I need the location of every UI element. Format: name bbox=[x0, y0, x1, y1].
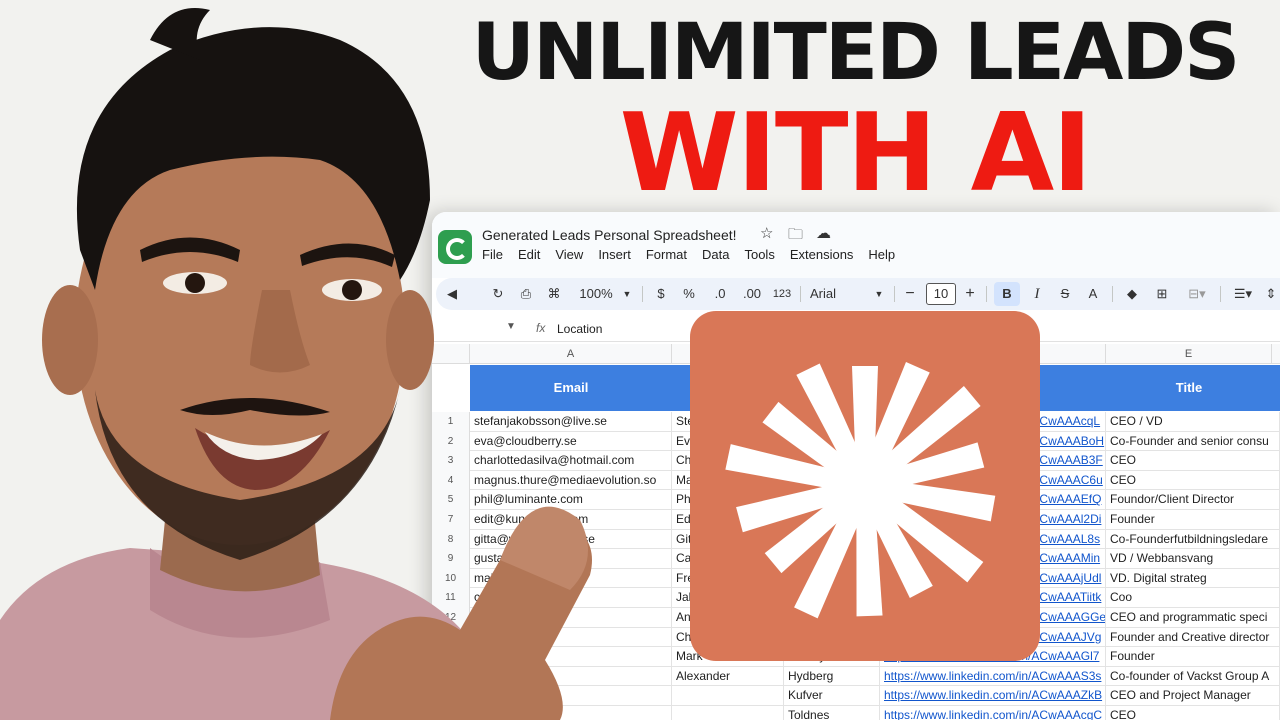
align-icon[interactable]: ☰▾ bbox=[1230, 282, 1256, 306]
cell-title[interactable]: Founder bbox=[1106, 510, 1280, 530]
menu-format[interactable]: Format bbox=[646, 247, 695, 262]
cell-title[interactable]: CEO bbox=[1106, 470, 1280, 491]
toolbar-divider bbox=[986, 286, 987, 302]
cell-title[interactable]: VD. Digital strateg bbox=[1106, 568, 1280, 589]
cell-title[interactable]: CEO and programmatic speci bbox=[1106, 608, 1280, 628]
menu-help[interactable]: Help bbox=[868, 247, 903, 262]
italic-button[interactable]: I bbox=[1028, 282, 1046, 306]
cell-link[interactable]: https://www.linkedin.com/in/ACwAAAcgC bbox=[880, 706, 1106, 720]
cell-title[interactable]: Founder bbox=[1106, 647, 1280, 667]
star-icon[interactable]: ☆ bbox=[760, 224, 773, 242]
number-format-button[interactable]: 123 bbox=[770, 282, 794, 306]
cell-title[interactable]: Founder and Creative director bbox=[1106, 627, 1280, 648]
toolbar-divider bbox=[1112, 286, 1113, 302]
cell-link[interactable]: https://www.linkedin.com/in/ACwAAAZkB bbox=[880, 686, 1106, 706]
header-title[interactable]: Title bbox=[1106, 365, 1272, 411]
menu-data[interactable]: Data bbox=[702, 247, 737, 262]
cell-title[interactable]: Co-Founder and senior consu bbox=[1106, 431, 1280, 452]
cell-first[interactable]: Alexander bbox=[672, 666, 784, 687]
cell-title[interactable]: Foundor/Client Director bbox=[1106, 490, 1280, 510]
menu-tools[interactable]: Tools bbox=[744, 247, 782, 262]
text-color-button[interactable]: A bbox=[1084, 282, 1102, 306]
presenter-photo bbox=[0, 8, 592, 720]
font-size-decrease-icon[interactable]: − bbox=[902, 282, 918, 306]
font-size-input[interactable]: 10 bbox=[926, 283, 956, 305]
decrease-decimal-button[interactable]: .0 bbox=[708, 282, 732, 306]
borders-icon[interactable]: ⊞ bbox=[1152, 282, 1172, 306]
toolbar-divider bbox=[642, 286, 643, 302]
toolbar-divider bbox=[800, 286, 801, 302]
cell-first[interactable] bbox=[672, 686, 784, 706]
cell-title[interactable]: Co-Founderfutbildningsledare bbox=[1106, 529, 1280, 550]
menu-extensions[interactable]: Extensions bbox=[790, 247, 862, 262]
cell-title[interactable]: Co-founder of Vackst Group A bbox=[1106, 666, 1280, 687]
folder-move-icon[interactable]: 🗀 bbox=[788, 224, 803, 249]
sparkle-logo-icon bbox=[725, 361, 996, 619]
cell-last[interactable]: Hydberg bbox=[784, 666, 880, 687]
cell-title[interactable]: CEO and Project Manager bbox=[1106, 686, 1280, 706]
strikethrough-icon[interactable]: S bbox=[1056, 282, 1074, 306]
column-header-e[interactable]: E bbox=[1106, 344, 1272, 364]
vertical-align-icon[interactable]: ⇕ bbox=[1264, 282, 1278, 306]
toolbar-divider bbox=[894, 286, 895, 302]
cell-last[interactable]: Toldnes bbox=[784, 706, 880, 720]
bold-button[interactable]: B bbox=[994, 282, 1020, 306]
fill-color-icon[interactable]: ◆ bbox=[1122, 282, 1142, 306]
cell-title[interactable]: CEO bbox=[1106, 451, 1280, 471]
chevron-down-icon[interactable]: ▼ bbox=[872, 282, 886, 306]
percent-button[interactable]: % bbox=[680, 282, 698, 306]
font-size-increase-icon[interactable]: + bbox=[962, 282, 978, 306]
cell-title[interactable]: VD / Webbansvang bbox=[1106, 549, 1280, 569]
font-select[interactable]: Arial bbox=[810, 282, 860, 306]
sparkle-core bbox=[839, 460, 891, 512]
cell-title[interactable]: Coo bbox=[1106, 588, 1280, 608]
merge-cells-icon[interactable]: ⊟▾ bbox=[1182, 282, 1212, 306]
cloud-status-icon[interactable]: ☁ bbox=[816, 224, 831, 242]
claude-logo-badge bbox=[690, 311, 1040, 661]
increase-decimal-button[interactable]: .00 bbox=[738, 282, 766, 306]
menu-insert[interactable]: Insert bbox=[598, 247, 639, 262]
chevron-down-icon[interactable]: ▼ bbox=[620, 282, 634, 306]
currency-button[interactable]: $ bbox=[652, 282, 670, 306]
cell-last[interactable]: Kufver bbox=[784, 686, 880, 706]
cell-first[interactable] bbox=[672, 706, 784, 720]
toolbar-divider bbox=[1220, 286, 1221, 302]
cell-link[interactable]: https://www.linkedin.com/in/ACwAAAS3s bbox=[880, 666, 1106, 687]
cell-title[interactable]: CEO bbox=[1106, 706, 1280, 720]
cell-title[interactable]: CEO / VD bbox=[1106, 412, 1280, 432]
